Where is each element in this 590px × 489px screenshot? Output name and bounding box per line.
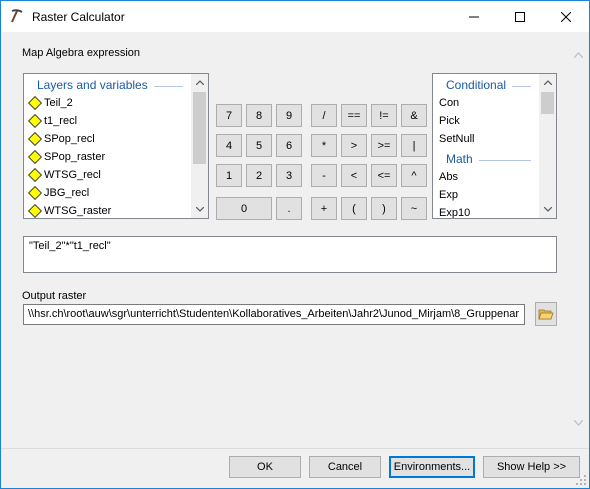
calc-key-button[interactable]: * xyxy=(311,134,337,157)
layer-item[interactable]: WTSG_recl xyxy=(24,166,191,184)
calc-key-button[interactable]: 9 xyxy=(276,104,302,127)
maximize-button[interactable] xyxy=(497,1,543,32)
resize-grip-icon[interactable] xyxy=(575,474,587,486)
output-raster-label: Output raster xyxy=(22,290,87,302)
layers-listbox[interactable]: Layers and variables Teil_2 t1_recl SPop_r… xyxy=(23,73,209,219)
browse-button[interactable] xyxy=(535,302,557,326)
functions-scroll-thumb[interactable] xyxy=(541,92,554,114)
layers-scroll-thumb[interactable] xyxy=(193,92,206,164)
minimize-icon xyxy=(469,16,479,17)
layer-item-label: t1_recl xyxy=(44,115,78,127)
calc-key-button[interactable]: . xyxy=(276,197,302,220)
calc-key-button[interactable]: ( xyxy=(341,197,367,220)
scroll-up-arrow[interactable] xyxy=(191,74,208,91)
calc-key-button[interactable]: | xyxy=(401,134,427,157)
close-icon xyxy=(561,11,571,22)
functions-scrollbar[interactable] xyxy=(539,74,556,218)
minimize-button[interactable] xyxy=(451,1,497,32)
output-raster-input[interactable]: \\hsr.ch\root\auw\sgr\unterricht\Student… xyxy=(23,304,525,325)
calc-key-button[interactable]: + xyxy=(311,197,337,220)
calc-key-button[interactable]: 6 xyxy=(276,134,302,157)
calc-key-button[interactable]: <= xyxy=(371,164,397,187)
calc-key-button[interactable]: 2 xyxy=(246,164,272,187)
layers-header: Layers and variables xyxy=(24,77,191,94)
layer-item-label: WTSG_recl xyxy=(44,169,101,181)
layer-item-label: SPop_recl xyxy=(44,133,95,145)
calc-key-button[interactable]: ) xyxy=(371,197,397,220)
layer-item-label: WTSG_raster xyxy=(44,205,112,217)
calc-key-button[interactable]: 7 xyxy=(216,104,242,127)
map-algebra-label: Map Algebra expression xyxy=(22,47,141,59)
layer-item-label: SPop_raster xyxy=(44,151,106,163)
layer-item-label: Teil_2 xyxy=(44,97,73,109)
raster-layer-icon xyxy=(27,131,43,147)
function-item[interactable]: Pick xyxy=(433,112,539,130)
environments-button[interactable]: Environments... xyxy=(389,456,475,478)
calc-key-button[interactable]: / xyxy=(311,104,337,127)
raster-layer-icon xyxy=(27,95,43,111)
scroll-down-arrow[interactable] xyxy=(539,201,556,218)
calc-key-button[interactable]: 5 xyxy=(246,134,272,157)
function-item[interactable]: Exp10 xyxy=(433,204,539,218)
raster-layer-icon xyxy=(27,113,43,129)
window-title: Raster Calculator xyxy=(32,10,125,24)
raster-layer-icon xyxy=(27,149,43,165)
calc-key-button[interactable]: & xyxy=(401,104,427,127)
open-folder-icon xyxy=(538,309,554,320)
pickaxe-icon xyxy=(11,9,23,23)
chevron-up-icon xyxy=(543,80,552,85)
calc-key-button[interactable]: == xyxy=(341,104,367,127)
layers-scrollbar[interactable] xyxy=(191,74,208,218)
calc-key-button[interactable]: 4 xyxy=(216,134,242,157)
layer-item[interactable]: Teil_2 xyxy=(24,94,191,112)
function-item[interactable]: SetNull xyxy=(433,130,539,148)
dialog-scrollbar[interactable] xyxy=(568,32,589,448)
calc-key-button[interactable]: != xyxy=(371,104,397,127)
function-item[interactable]: Exp xyxy=(433,186,539,204)
layer-item[interactable]: t1_recl xyxy=(24,112,191,130)
maximize-icon xyxy=(515,11,525,22)
layer-item-label: JBG_recl xyxy=(44,187,90,199)
raster-layer-icon xyxy=(27,185,43,201)
chevron-down-icon xyxy=(195,207,204,212)
footer-divider xyxy=(1,448,589,449)
calc-key-button[interactable]: 0 xyxy=(216,197,272,220)
raster-calculator-window: Raster Calculator Map Algebra expression… xyxy=(0,0,590,489)
ok-button[interactable]: OK xyxy=(229,456,301,478)
chevron-up-icon[interactable] xyxy=(574,52,583,58)
calc-key-button[interactable]: 1 xyxy=(216,164,242,187)
layer-item[interactable]: SPop_raster xyxy=(24,148,191,166)
layer-item[interactable]: JBG_recl xyxy=(24,184,191,202)
math-group-header: Math xyxy=(433,151,539,168)
calc-key-button[interactable]: 3 xyxy=(276,164,302,187)
function-item[interactable]: Con xyxy=(433,94,539,112)
layer-item[interactable]: SPop_recl xyxy=(24,130,191,148)
expression-textbox[interactable]: "Teil_2"*"t1_recl" xyxy=(23,236,557,273)
function-item[interactable]: Abs xyxy=(433,168,539,186)
calc-key-button[interactable]: > xyxy=(341,134,367,157)
chevron-up-icon xyxy=(195,80,204,85)
calc-key-button[interactable]: 8 xyxy=(246,104,272,127)
raster-layer-icon xyxy=(27,203,43,218)
dialog-content: Map Algebra expression Layers and variab… xyxy=(2,32,568,448)
chevron-down-icon[interactable] xyxy=(574,420,583,426)
calc-key-button[interactable]: - xyxy=(311,164,337,187)
layer-item[interactable]: WTSG_raster xyxy=(24,202,191,218)
calc-key-button[interactable]: >= xyxy=(371,134,397,157)
close-button[interactable] xyxy=(543,1,589,32)
conditional-group-header: Conditional xyxy=(433,77,539,94)
show-help-button[interactable]: Show Help >> xyxy=(483,456,580,478)
cancel-button[interactable]: Cancel xyxy=(309,456,381,478)
scroll-down-arrow[interactable] xyxy=(191,201,208,218)
title-bar[interactable]: Raster Calculator xyxy=(1,1,589,32)
calc-key-button[interactable]: ^ xyxy=(401,164,427,187)
chevron-down-icon xyxy=(543,207,552,212)
functions-listbox[interactable]: Conditional Con Pick SetNull Math Abs Exp Ex… xyxy=(432,73,557,219)
calc-key-button[interactable]: < xyxy=(341,164,367,187)
calc-key-button[interactable]: ~ xyxy=(401,197,427,220)
raster-layer-icon xyxy=(27,167,43,183)
scroll-up-arrow[interactable] xyxy=(539,74,556,91)
